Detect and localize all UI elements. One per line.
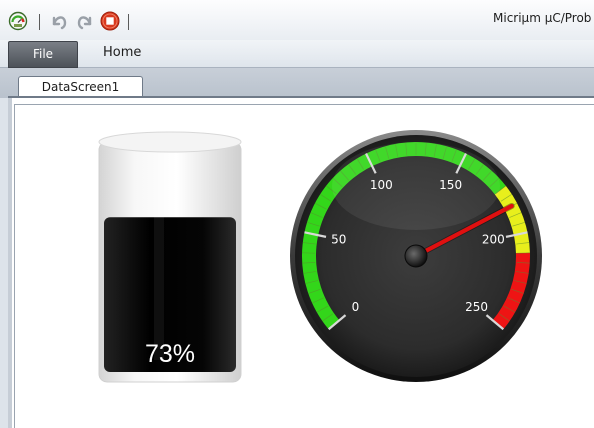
tab-datascreen1[interactable]: DataScreen1 (18, 76, 143, 98)
app-icon[interactable] (8, 11, 28, 31)
undo-icon[interactable] (49, 11, 69, 31)
gauge-tick-label: 0 (352, 300, 360, 314)
tank-percent-label: 73% (145, 340, 195, 368)
toolbar-separator (128, 14, 129, 30)
window-title: Micriμm μC/Prob (493, 11, 592, 25)
stop-icon[interactable] (100, 11, 120, 31)
toolbar-separator (39, 14, 40, 30)
tank-top (98, 131, 242, 153)
tab-home[interactable]: Home (103, 45, 141, 60)
gauge-tick-label: 200 (482, 233, 505, 247)
redo-icon[interactable] (75, 11, 95, 31)
ribbon-bar: File Home (0, 40, 594, 68)
gauge-tick-label: 250 (465, 300, 488, 314)
tank-level-indicator[interactable]: 73% 185 (96, 130, 244, 390)
tank-highlight (154, 210, 164, 360)
speedometer-gauge[interactable]: 050100 150200250 (288, 128, 544, 384)
title-bar: Micriμm μC/Prob (0, 0, 594, 40)
tab-file[interactable]: File (8, 41, 78, 68)
gauge-tick-label: 50 (331, 233, 346, 247)
gauge-hub (404, 244, 428, 268)
gauge-glare (332, 142, 500, 230)
